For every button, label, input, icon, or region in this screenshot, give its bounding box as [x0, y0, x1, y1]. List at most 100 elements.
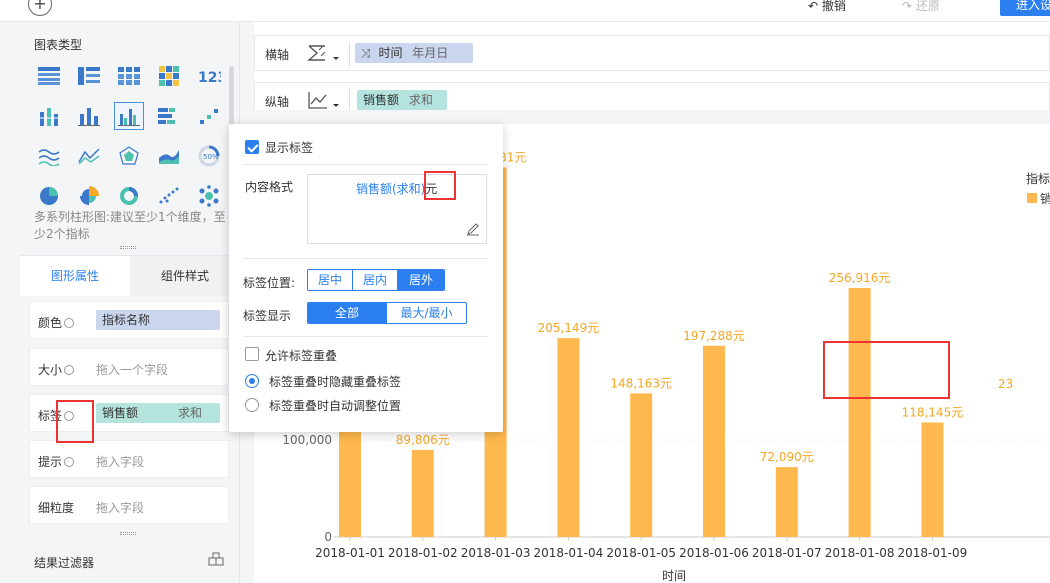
enter-button[interactable]: 进入设: [1000, 0, 1050, 16]
bubble-chart-icon[interactable]: [194, 182, 224, 210]
tab-component-style[interactable]: 组件样式: [130, 256, 240, 296]
axis-type-dropdown[interactable]: [307, 43, 343, 66]
waterfall-icon[interactable]: [194, 102, 224, 130]
data-label: 118,145元: [902, 405, 964, 419]
content-format-editor[interactable]: 销售额(求和)元: [307, 174, 487, 244]
gauge-chart-icon[interactable]: 50%: [194, 142, 224, 170]
bar[interactable]: [775, 467, 798, 537]
highlight-gear-box: [56, 400, 94, 443]
undo-icon: ↶: [808, 0, 822, 13]
multi-series-bar-icon[interactable]: [114, 102, 144, 130]
content-format-label: 内容格式: [245, 180, 294, 194]
label-position-label: 标签位置:: [243, 276, 296, 290]
bar-chart-icon[interactable]: [74, 102, 104, 130]
label-field-pill[interactable]: 销售额 求和: [96, 403, 220, 423]
size-drop-zone[interactable]: 拖入一个字段: [96, 361, 168, 378]
bar[interactable]: [630, 393, 653, 537]
label-display-group: 全部 最大/最小: [307, 302, 467, 324]
data-label: 72,090元: [760, 450, 814, 464]
x-axis-row: 横轴 ⤨ 时间 年月日: [254, 35, 1050, 71]
edit-pencil-icon[interactable]: [466, 222, 480, 239]
bar[interactable]: [557, 338, 580, 537]
filter-settings-icon[interactable]: [208, 552, 224, 569]
label-settings-popup: 显示标签 内容格式 销售额(求和)元 标签位置: 居中 居内 居外 标签显示 全…: [229, 124, 503, 432]
bar[interactable]: [411, 449, 434, 537]
gear-icon[interactable]: [64, 457, 75, 467]
tooltip-property[interactable]: 提示 拖入字段: [29, 440, 229, 478]
gear-icon[interactable]: [64, 318, 75, 328]
left-strip: [0, 22, 20, 583]
size-property[interactable]: 大小 拖入一个字段: [29, 348, 229, 386]
allow-overlap-checkbox[interactable]: [245, 347, 259, 361]
horizontal-bar-icon[interactable]: [154, 102, 184, 130]
format-field-token[interactable]: 销售额(求和): [356, 182, 425, 196]
legend-title: 指标: [1026, 172, 1050, 186]
granularity-property[interactable]: 细粒度 拖入字段: [29, 486, 229, 524]
x-axis-field-pill[interactable]: ⤨ 时间 年月日: [355, 43, 473, 63]
x-tick-label: 2018-01-08: [825, 546, 895, 560]
scatter-chart-icon[interactable]: [154, 182, 184, 210]
overlap-adjust-text: 标签重叠时自动调整位置: [269, 399, 402, 413]
panel-divider: [240, 110, 1050, 124]
data-label: 205,149元: [538, 321, 600, 335]
x-axis-label: 横轴: [265, 48, 290, 62]
area-chart-icon[interactable]: [154, 142, 184, 170]
overlap-adjust-radio[interactable]: [245, 398, 259, 412]
gear-icon[interactable]: [64, 365, 75, 375]
area-line-icon[interactable]: [74, 142, 104, 170]
pie-chart-icon[interactable]: [34, 182, 64, 210]
config-sidebar: 图表类型 123: [20, 22, 240, 583]
line-chart-icon[interactable]: [34, 142, 64, 170]
radar-chart-icon[interactable]: [114, 142, 144, 170]
resize-grip[interactable]: [120, 246, 136, 249]
x-tick-label: 2018-01-07: [752, 546, 822, 560]
position-inside-option[interactable]: 居内: [353, 270, 398, 290]
add-icon[interactable]: +: [28, 0, 52, 16]
show-label-text: 显示标签: [265, 141, 314, 155]
redo-button[interactable]: ↷ 还原: [902, 0, 940, 14]
donut-chart-icon[interactable]: [114, 182, 144, 210]
display-maxmin-option[interactable]: 最大/最小: [387, 303, 466, 323]
display-all-option[interactable]: 全部: [308, 303, 387, 323]
data-label: 89,806元: [396, 433, 450, 447]
tab-graphic-properties[interactable]: 图形属性: [20, 256, 130, 296]
allow-overlap-text: 允许标签重叠: [265, 349, 338, 363]
color-field-pill[interactable]: 指标名称: [96, 310, 220, 330]
rose-chart-icon[interactable]: [74, 182, 104, 210]
chart-type-description: 多系列柱形图:建议至少1个维度，至少2个指标: [34, 210, 226, 241]
y-axis-field-pill[interactable]: 销售额 求和: [357, 90, 447, 110]
highlight-suffix-box: [424, 171, 456, 200]
position-outside-option[interactable]: 居外: [398, 270, 444, 290]
x-tick-label: 2018-01-09: [898, 546, 968, 560]
legend-item[interactable]: 销: [1040, 190, 1050, 207]
show-label-checkbox[interactable]: [245, 140, 259, 154]
x-tick-label: 2018-01-02: [388, 546, 458, 560]
position-center-option[interactable]: 居中: [308, 270, 353, 290]
stacked-bar-icon[interactable]: [34, 102, 64, 130]
undo-button[interactable]: ↶ 撤销: [808, 0, 846, 14]
overlap-hide-radio[interactable]: [245, 374, 259, 388]
overlap-hide-text: 标签重叠时隐藏重叠标签: [269, 375, 402, 389]
cross-table-icon[interactable]: [114, 62, 144, 90]
bar[interactable]: [848, 287, 871, 537]
chart-type-title: 图表类型: [34, 38, 83, 52]
data-label: 148,163元: [610, 376, 672, 390]
x-tick-label: 2018-01-01: [315, 546, 385, 560]
legend-swatch[interactable]: [1027, 193, 1037, 203]
property-tabs: 图形属性 组件样式: [20, 255, 240, 296]
granularity-drop-zone[interactable]: 拖入字段: [96, 499, 144, 516]
color-property[interactable]: 颜色 指标名称: [29, 301, 229, 339]
shuffle-icon: ⤨: [361, 46, 371, 60]
heat-table-icon[interactable]: [154, 62, 184, 90]
label-display-label: 标签显示: [243, 309, 292, 323]
bar[interactable]: [921, 422, 944, 537]
kpi-number-icon[interactable]: 123: [194, 62, 224, 90]
grouped-table-icon[interactable]: [74, 62, 104, 90]
y-tick-label: 100,000: [282, 433, 332, 447]
top-toolbar: + ↶ 撤销 ↷ 还原 进入设: [0, 0, 1050, 22]
x-axis-title: 时间: [662, 569, 686, 583]
bar[interactable]: [703, 345, 725, 537]
resize-grip[interactable]: [120, 532, 136, 535]
table-chart-icon[interactable]: [34, 62, 64, 90]
tooltip-drop-zone[interactable]: 拖入字段: [96, 453, 144, 470]
